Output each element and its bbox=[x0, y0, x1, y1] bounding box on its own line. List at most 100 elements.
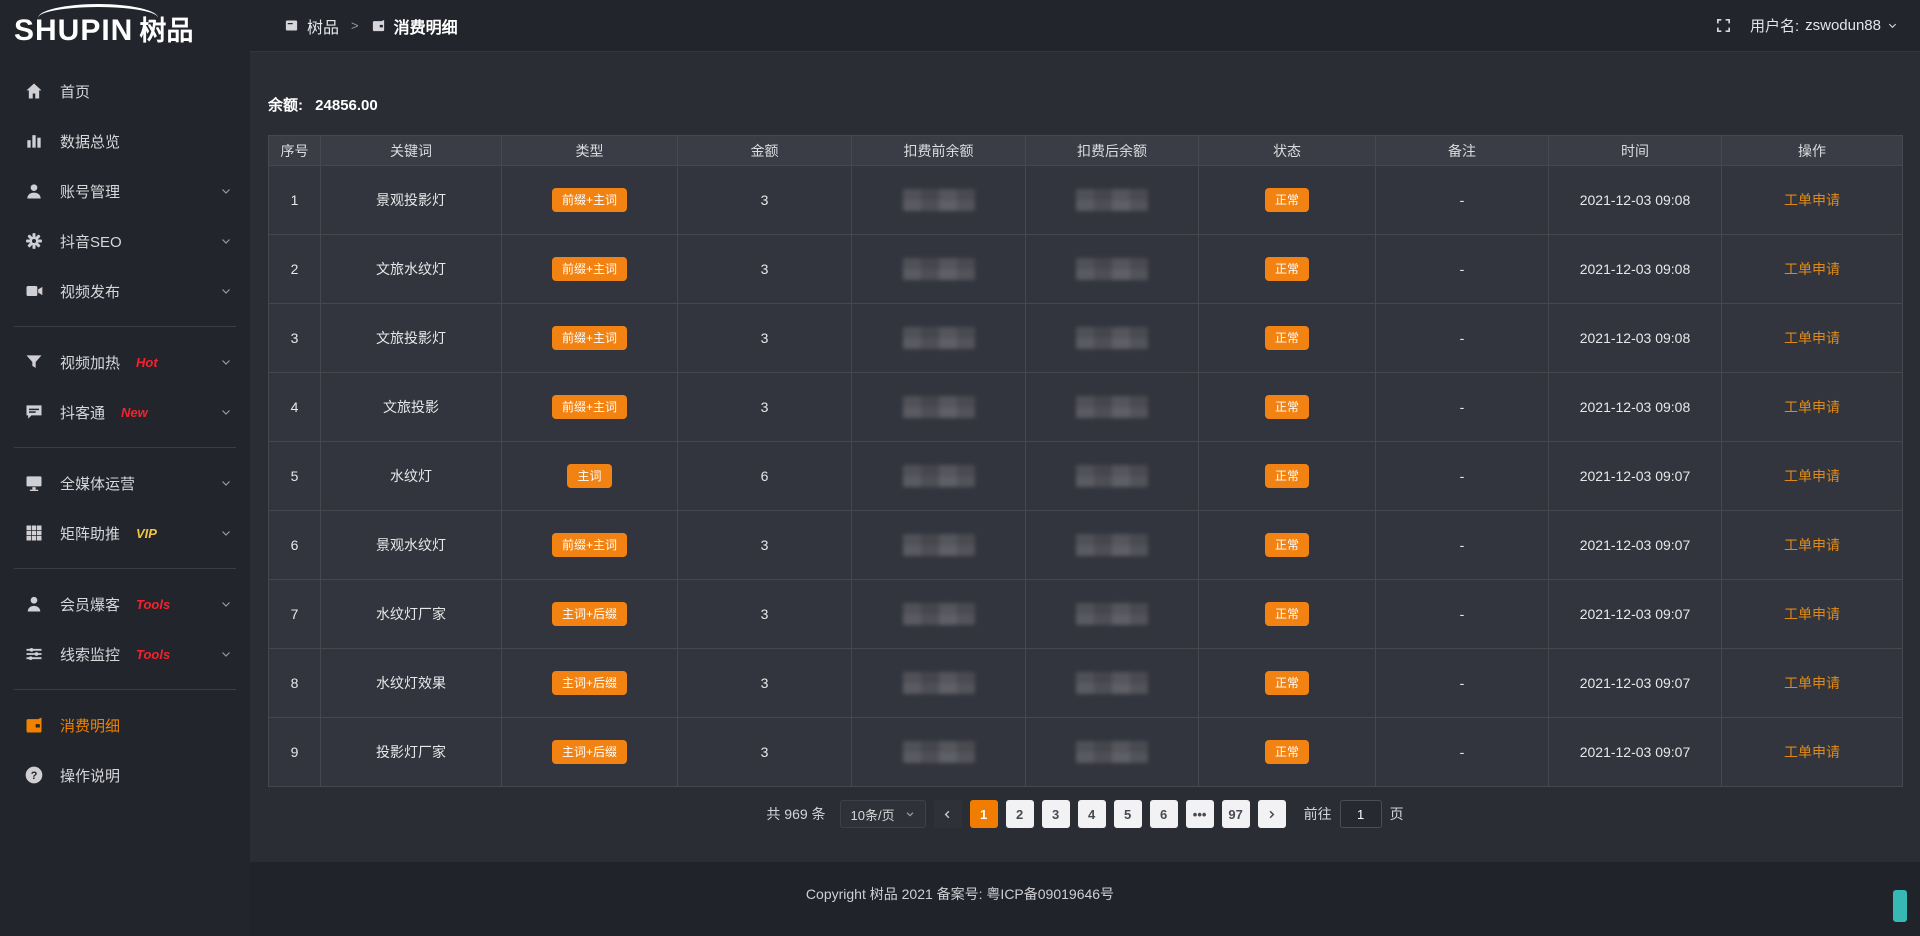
user-menu[interactable]: 用户名: zswodun88 bbox=[1750, 15, 1898, 36]
question-icon: ? bbox=[24, 765, 44, 785]
cell-remark: - bbox=[1376, 718, 1549, 787]
cell-balance-before bbox=[852, 235, 1026, 304]
cell-action: 工单申请 bbox=[1722, 649, 1903, 718]
home-icon bbox=[24, 81, 44, 101]
masked-value bbox=[903, 396, 975, 418]
sidebar-item-gear-icon[interactable]: 抖音SEO bbox=[0, 216, 250, 266]
page-size-select[interactable]: 10条/页 bbox=[840, 800, 926, 828]
cell-action: 工单申请 bbox=[1722, 718, 1903, 787]
masked-value bbox=[903, 603, 975, 625]
sidebar-item-member-icon[interactable]: 会员爆客Tools bbox=[0, 579, 250, 629]
sidebar-nav: 首页数据总览账号管理抖音SEO 视频发布视频加热Hot抖客通New 全媒体运营矩阵助… bbox=[0, 62, 250, 800]
sidebar-item-heat-icon[interactable]: 视频加热Hot bbox=[0, 337, 250, 387]
cell-time: 2021-12-03 09:07 bbox=[1549, 442, 1722, 511]
sidebar-item-label: 抖客通 bbox=[60, 402, 105, 423]
chart-icon bbox=[24, 131, 44, 151]
cell-balance-before bbox=[852, 166, 1026, 235]
breadcrumb-item-home[interactable]: 树品 bbox=[307, 14, 339, 38]
page-button-4[interactable]: 4 bbox=[1078, 800, 1106, 828]
sidebar-item-wallet-icon[interactable]: 消费明细 bbox=[0, 700, 250, 750]
column-header: 扣费前余额 bbox=[852, 136, 1026, 166]
status-badge: 正常 bbox=[1265, 602, 1309, 626]
sidebar-item-label: 视频发布 bbox=[60, 281, 120, 302]
type-badge: 主词 bbox=[567, 464, 611, 488]
type-badge: 前缀+主词 bbox=[552, 257, 627, 281]
cell-amount: 3 bbox=[678, 304, 852, 373]
page-button-6[interactable]: 6 bbox=[1150, 800, 1178, 828]
page-button-5[interactable]: 5 bbox=[1114, 800, 1142, 828]
masked-value bbox=[1076, 741, 1148, 763]
sidebar-item-sliders-icon[interactable]: 线索监控Tools bbox=[0, 629, 250, 679]
cell-action: 工单申请 bbox=[1722, 373, 1903, 442]
sidebar-item-chat-icon[interactable]: 抖客通New bbox=[0, 387, 250, 437]
cell-time: 2021-12-03 09:08 bbox=[1549, 166, 1722, 235]
page-ellipsis-button[interactable]: ••• bbox=[1186, 800, 1214, 828]
page-button-97[interactable]: 97 bbox=[1222, 800, 1250, 828]
gear-icon bbox=[24, 231, 44, 251]
masked-value bbox=[903, 534, 975, 556]
cell-balance-before bbox=[852, 718, 1026, 787]
cell-balance-before bbox=[852, 442, 1026, 511]
cell-keyword: 文旅水纹灯 bbox=[321, 235, 502, 304]
sidebar-item-home-icon[interactable]: 首页 bbox=[0, 66, 250, 116]
topbar-right: 用户名: zswodun88 bbox=[1715, 15, 1898, 36]
work-order-link[interactable]: 工单申请 bbox=[1784, 744, 1840, 760]
cell-remark: - bbox=[1376, 373, 1549, 442]
column-header: 扣费后余额 bbox=[1026, 136, 1199, 166]
work-order-link[interactable]: 工单申请 bbox=[1784, 399, 1840, 415]
user-label: 用户名: bbox=[1750, 15, 1799, 36]
cell-status: 正常 bbox=[1199, 649, 1376, 718]
breadcrumb-item-current: 消费明细 bbox=[394, 14, 458, 38]
work-order-link[interactable]: 工单申请 bbox=[1784, 261, 1840, 277]
sidebar-item-chart-icon[interactable]: 数据总览 bbox=[0, 116, 250, 166]
cell-action: 工单申请 bbox=[1722, 235, 1903, 304]
sidebar-item-user-icon[interactable]: 账号管理 bbox=[0, 166, 250, 216]
masked-value bbox=[903, 327, 975, 349]
page-size-value: 10条/页 bbox=[851, 805, 895, 824]
balance-label: 余额: bbox=[268, 97, 303, 114]
sidebar-item-monitor-icon[interactable]: 全媒体运营 bbox=[0, 458, 250, 508]
cell-keyword: 水纹灯 bbox=[321, 442, 502, 511]
copyright-text: Copyright 树品 2021 备案号: 粤ICP备09019646号 bbox=[806, 884, 1114, 904]
cell-action: 工单申请 bbox=[1722, 580, 1903, 649]
work-order-link[interactable]: 工单申请 bbox=[1784, 192, 1840, 208]
cell-time: 2021-12-03 09:08 bbox=[1549, 304, 1722, 373]
work-order-link[interactable]: 工单申请 bbox=[1784, 606, 1840, 622]
cell-type: 前缀+主词 bbox=[502, 235, 678, 304]
breadcrumb-separator: > bbox=[351, 18, 359, 33]
sidebar-item-question-icon[interactable]: ?操作说明 bbox=[0, 750, 250, 800]
cell-status: 正常 bbox=[1199, 580, 1376, 649]
sidebar-divider bbox=[14, 326, 236, 327]
cell-status: 正常 bbox=[1199, 304, 1376, 373]
page-button-1[interactable]: 1 bbox=[970, 800, 998, 828]
masked-value bbox=[1076, 465, 1148, 487]
app-logo: SHUPIN 树品 bbox=[0, 0, 250, 62]
work-order-link[interactable]: 工单申请 bbox=[1784, 468, 1840, 484]
svg-text:?: ? bbox=[31, 770, 38, 782]
cell-type: 主词+后缀 bbox=[502, 718, 678, 787]
wallet-icon bbox=[24, 715, 44, 735]
sidebar-divider bbox=[14, 689, 236, 690]
cell-index: 9 bbox=[269, 718, 321, 787]
column-header: 关键词 bbox=[321, 136, 502, 166]
goto-page-input[interactable] bbox=[1340, 800, 1382, 828]
cell-index: 5 bbox=[269, 442, 321, 511]
corner-widget[interactable] bbox=[1893, 890, 1907, 922]
cell-type: 前缀+主词 bbox=[502, 373, 678, 442]
sidebar-item-video-icon[interactable]: 视频发布 bbox=[0, 266, 250, 316]
cell-action: 工单申请 bbox=[1722, 511, 1903, 580]
prev-page-button[interactable] bbox=[934, 800, 962, 828]
cell-index: 6 bbox=[269, 511, 321, 580]
work-order-link[interactable]: 工单申请 bbox=[1784, 675, 1840, 691]
next-page-button[interactable] bbox=[1258, 800, 1286, 828]
user-icon bbox=[24, 181, 44, 201]
sidebar-item-label: 会员爆客 bbox=[60, 594, 120, 615]
cell-amount: 3 bbox=[678, 580, 852, 649]
page-button-2[interactable]: 2 bbox=[1006, 800, 1034, 828]
fullscreen-icon[interactable] bbox=[1715, 17, 1732, 34]
work-order-link[interactable]: 工单申请 bbox=[1784, 330, 1840, 346]
sidebar-item-grid-icon[interactable]: 矩阵助推VIP bbox=[0, 508, 250, 558]
work-order-link[interactable]: 工单申请 bbox=[1784, 537, 1840, 553]
cell-keyword: 景观投影灯 bbox=[321, 166, 502, 235]
page-button-3[interactable]: 3 bbox=[1042, 800, 1070, 828]
